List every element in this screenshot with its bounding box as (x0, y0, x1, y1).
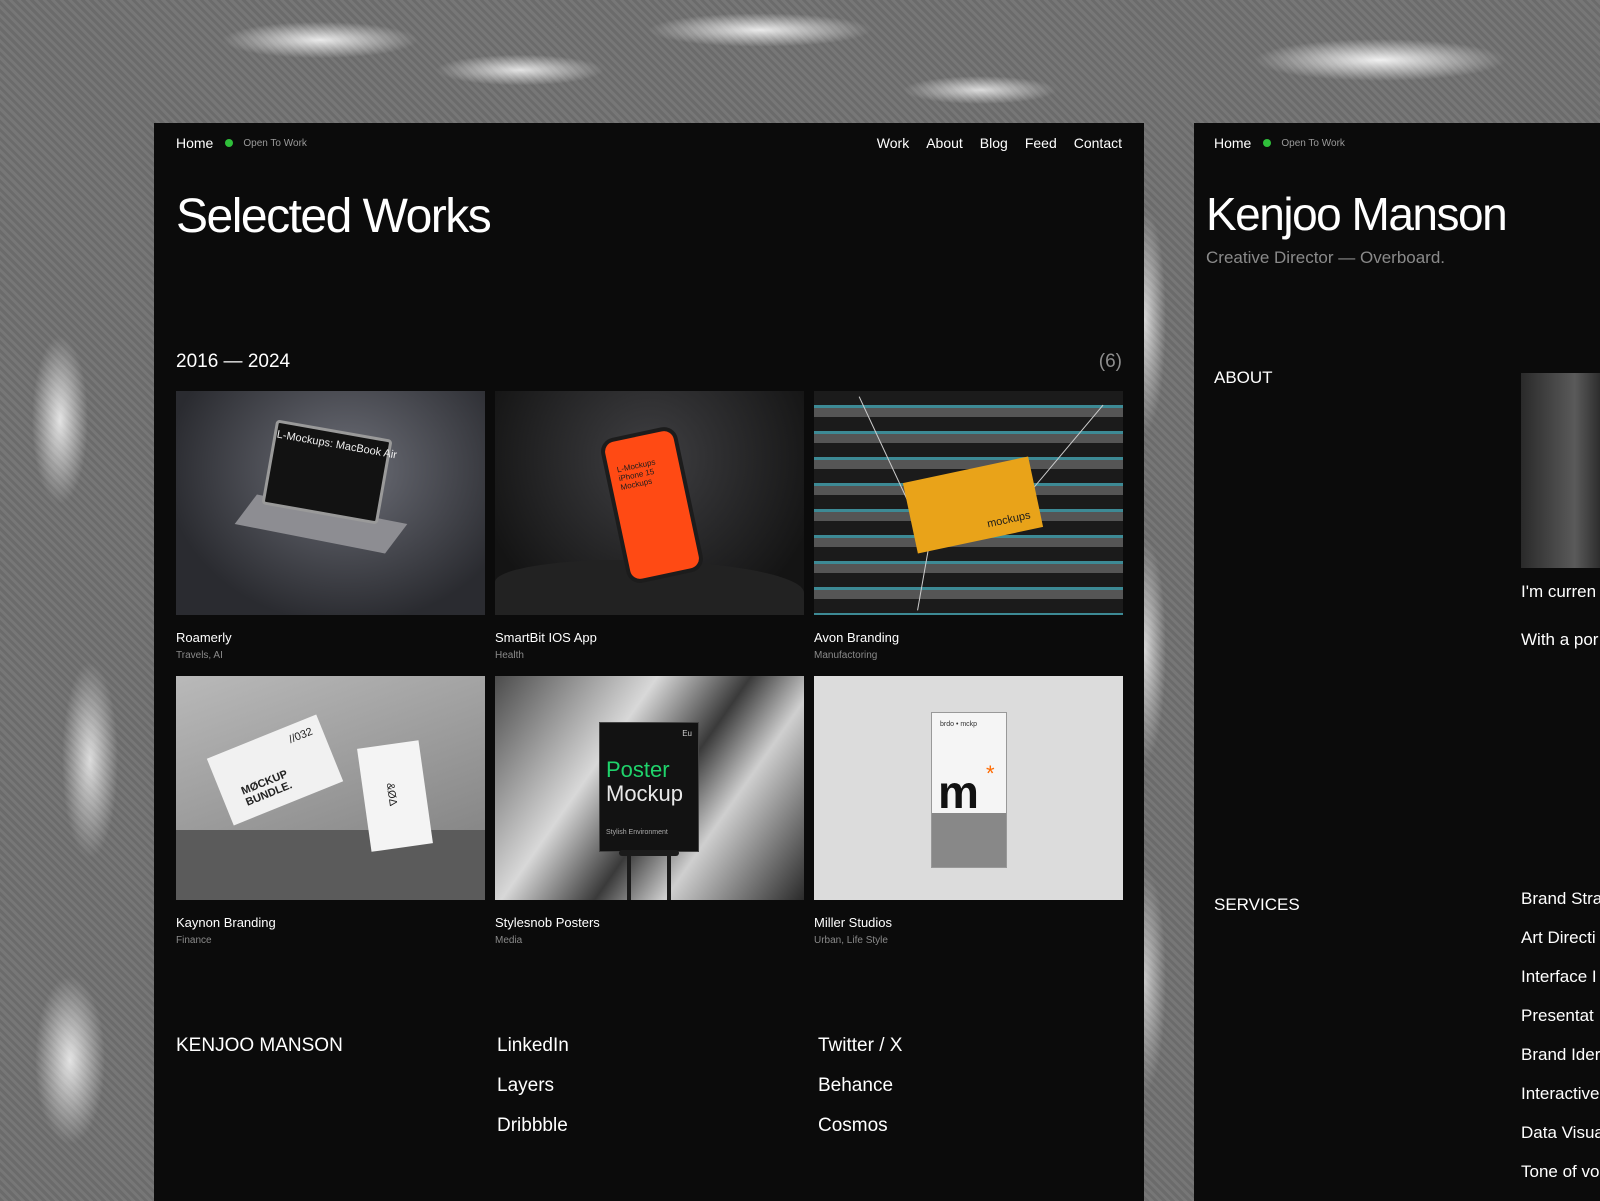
thumbnail-text: L-Mockups iPhone 15 Mockups (616, 457, 657, 493)
nav-home-link[interactable]: Home (176, 135, 213, 151)
work-thumbnail[interactable]: mockups (814, 391, 1123, 615)
nav-link-blog[interactable]: Blog (980, 135, 1008, 151)
footer-link-layers[interactable]: Layers (497, 1075, 569, 1097)
work-card-kaynon[interactable]: //032 MØCKUP BUNDLE. &ØΔ Kaynon Branding… (176, 676, 485, 961)
thumbnail-text: mockups (986, 509, 1032, 531)
work-title[interactable]: Roamerly (176, 630, 485, 645)
work-tags: Finance (176, 935, 212, 946)
footer-link-behance[interactable]: Behance (818, 1075, 902, 1097)
profile-name: Kenjoo Manson (1206, 188, 1508, 240)
selected-works-window: Home Open To Work Work About Blog Feed C… (154, 123, 1144, 1201)
work-thumbnail[interactable]: L-Mockups iPhone 15 Mockups (495, 391, 804, 615)
footer-link-linkedin[interactable]: LinkedIn (497, 1035, 569, 1057)
nav-link-feed[interactable]: Feed (1025, 135, 1057, 151)
footer-link-twitter[interactable]: Twitter / X (818, 1035, 902, 1057)
work-tags: Travels, AI (176, 650, 223, 661)
status-dot-icon (225, 139, 234, 147)
page-title: Selected Works (176, 190, 492, 243)
bio-text: I'm curren expertise innovatior experien… (1521, 580, 1600, 676)
work-card-avon[interactable]: mockups Avon Branding Manufactoring (814, 391, 1123, 676)
portrait-image (1521, 373, 1600, 568)
profile-role: Creative Director — Overboard. (1206, 248, 1446, 267)
orange-card-shape: mockups (902, 456, 1044, 554)
service-item: Presentat (1521, 1006, 1594, 1025)
service-item: Tone of vo (1521, 1162, 1600, 1181)
service-item: Brand Ider (1521, 1045, 1600, 1064)
service-item: Data Visua (1521, 1123, 1600, 1142)
top-navigation: Home Open To Work (1214, 133, 1600, 153)
wire-shape (858, 396, 911, 506)
nav-links: Work About Blog Feed Contact (877, 135, 1122, 151)
work-thumbnail[interactable]: L-Mockups: MacBook Air (176, 391, 485, 615)
work-thumbnail[interactable]: brdo • mckp m * (814, 676, 1123, 900)
work-title[interactable]: Miller Studios (814, 915, 1123, 930)
nav-link-contact[interactable]: Contact (1074, 135, 1122, 151)
work-tags: Health (495, 650, 524, 661)
stool-leg-shape (667, 856, 671, 900)
business-card-shape: &ØΔ (357, 740, 433, 852)
work-title[interactable]: Kaynon Branding (176, 915, 485, 930)
bio-paragraph: I'm curren expertise innovatior experien… (1521, 582, 1600, 601)
work-thumbnail[interactable]: //032 MØCKUP BUNDLE. &ØΔ (176, 676, 485, 900)
profile-window: Home Open To Work Kenjoo Manson Creative… (1194, 123, 1600, 1201)
status-dot-icon (1263, 139, 1272, 147)
work-thumbnail[interactable]: Eu Poster Mockup Stylish Environment (495, 676, 804, 900)
services-heading: SERVICES (1214, 895, 1300, 914)
footer-links-col1: LinkedIn Layers Dribbble (497, 1035, 569, 1137)
work-title[interactable]: Stylesnob Posters (495, 915, 804, 930)
wire-shape (1025, 404, 1104, 498)
work-title[interactable]: Avon Branding (814, 630, 1123, 645)
stool-leg-shape (627, 856, 631, 900)
services-list: Brand Stra Art Directi Interface I Prese… (1521, 889, 1600, 1182)
work-tags: Urban, Life Style (814, 935, 888, 946)
work-card-roamerly[interactable]: L-Mockups: MacBook Air Roamerly Travels,… (176, 391, 485, 676)
concrete-step-shape (176, 830, 485, 900)
service-item: Interactive (1521, 1084, 1600, 1103)
works-grid: L-Mockups: MacBook Air Roamerly Travels,… (176, 391, 1123, 961)
service-item: Brand Stra (1521, 889, 1600, 908)
work-title[interactable]: SmartBit IOS App (495, 630, 804, 645)
business-card-shape: //032 MØCKUP BUNDLE. (206, 714, 344, 826)
footer-name: KENJOO MANSON (176, 1035, 343, 1056)
nav-home-link[interactable]: Home (1214, 135, 1251, 151)
work-card-miller[interactable]: brdo • mckp m * Miller Studios Urban, Li… (814, 676, 1123, 961)
thumbnail-text: MØCKUP BUNDLE. (239, 768, 294, 809)
footer-link-dribbble[interactable]: Dribbble (497, 1115, 569, 1137)
nav-link-about[interactable]: About (926, 135, 963, 151)
works-count: (6) (1098, 351, 1122, 372)
footer-links-col2: Twitter / X Behance Cosmos (818, 1035, 902, 1137)
status-text: Open To Work (243, 137, 307, 149)
service-item: Art Directi (1521, 928, 1596, 947)
tag-shape: brdo • mckp m * (931, 712, 1007, 868)
year-range: 2016 — 2024 (176, 351, 291, 372)
service-item: Interface I (1521, 967, 1597, 986)
work-card-stylesnob[interactable]: Eu Poster Mockup Stylish Environment Sty… (495, 676, 804, 961)
status-text: Open To Work (1281, 137, 1345, 149)
footer-link-cosmos[interactable]: Cosmos (818, 1115, 902, 1137)
thumbnail-text: m (938, 766, 979, 818)
about-heading: ABOUT (1214, 368, 1273, 387)
work-tags: Media (495, 935, 523, 946)
nav-link-work[interactable]: Work (877, 135, 909, 151)
work-card-smartbit[interactable]: L-Mockups iPhone 15 Mockups SmartBit IOS… (495, 391, 804, 676)
top-navigation: Home Open To Work Work About Blog Feed C… (176, 133, 1122, 153)
work-tags: Manufactoring (814, 650, 878, 661)
poster-shape: Eu Poster Mockup Stylish Environment (599, 722, 699, 852)
bio-paragraph: With a por to exceller Currently and ima… (1521, 630, 1600, 649)
